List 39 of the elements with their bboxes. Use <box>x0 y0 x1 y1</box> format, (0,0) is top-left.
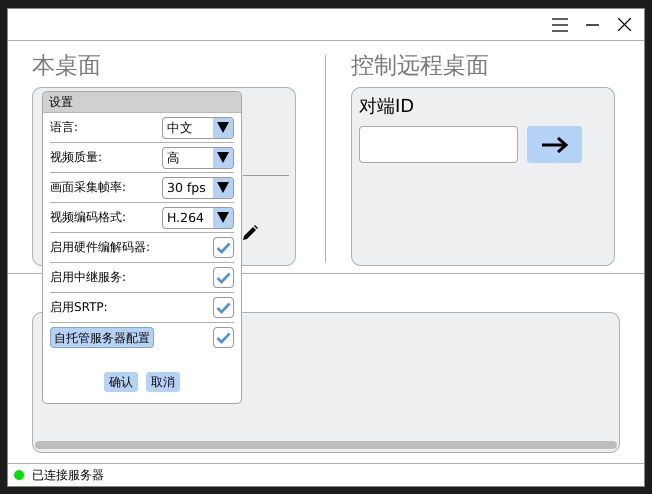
dropdown-arrow-icon <box>217 212 229 223</box>
dropdown[interactable]: H.264 <box>162 206 234 228</box>
peer-id-field[interactable] <box>359 126 518 163</box>
dropdown-arrow-icon <box>217 152 229 163</box>
dialog-title: 设置 <box>43 92 241 113</box>
setting-label: 视频编码格式: <box>50 209 126 226</box>
setting-label: 语言: <box>50 119 78 136</box>
setting-label: 启用硬件编解码器: <box>50 239 150 256</box>
checkmark-icon <box>216 272 231 284</box>
server-config-button[interactable]: 自托管服务器配置 <box>50 327 154 348</box>
dropdown[interactable]: 高 <box>162 146 234 168</box>
scrollbar[interactable] <box>35 441 617 449</box>
checkbox[interactable] <box>213 297 234 318</box>
checkmark-icon <box>216 302 231 314</box>
close-icon <box>618 18 630 31</box>
checkbox[interactable] <box>213 267 234 288</box>
pencil-icon[interactable] <box>241 224 259 242</box>
cancel-button[interactable]: 取消 <box>146 372 180 392</box>
setting-label: 启用中继服务: <box>50 269 126 286</box>
setting-label: 画面采集帧率: <box>50 179 126 196</box>
checkmark-icon <box>216 242 231 254</box>
setting-label: 启用SRTP: <box>50 299 108 316</box>
setting-label: 视频质量: <box>50 149 102 166</box>
confirm-button[interactable]: 确认 <box>104 372 138 392</box>
checkbox[interactable] <box>213 237 234 258</box>
checkmark-icon <box>216 332 231 344</box>
checkbox[interactable] <box>213 327 234 348</box>
section-heading: 控制远程桌面 <box>351 52 490 81</box>
dropdown[interactable]: 30 fps <box>162 176 234 198</box>
connect-button[interactable] <box>527 126 582 163</box>
menu-icon <box>552 18 568 32</box>
section-heading: 本桌面 <box>32 52 102 81</box>
minimize-icon <box>586 24 598 26</box>
dropdown-arrow-icon <box>217 122 229 133</box>
field-label: 对端ID <box>359 95 416 119</box>
status-text: 已连接服务器 <box>32 466 104 484</box>
dropdown[interactable]: 中文 <box>162 116 234 138</box>
dropdown-arrow-icon <box>217 182 229 193</box>
arrow-right-icon <box>540 136 568 154</box>
